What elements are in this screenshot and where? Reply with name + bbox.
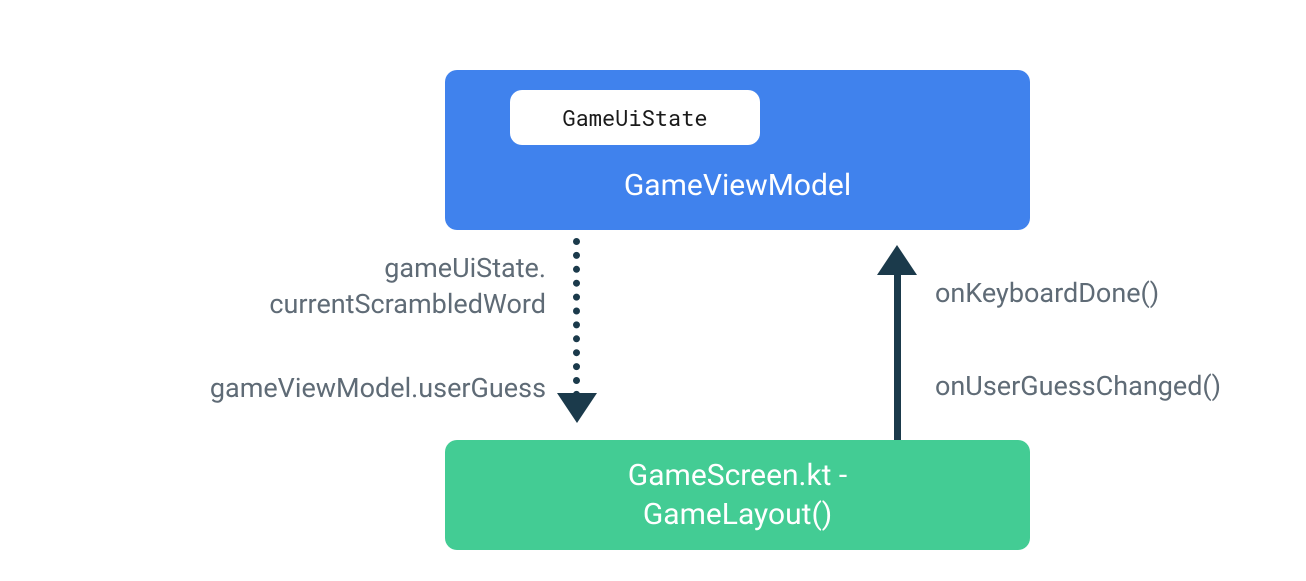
label-up-keyboard: onKeyboardDone(): [935, 275, 1159, 311]
uistate-label: GameUiState: [562, 103, 707, 132]
label-down-state-line2: currentScrambledWord: [269, 286, 546, 322]
label-down-guess: gameViewModel.userGuess: [210, 370, 546, 406]
viewmodel-box: GameUiState GameViewModel: [445, 70, 1030, 230]
arrow-down-dotted: [573, 238, 580, 398]
screen-label-line2: GameLayout(): [643, 495, 832, 534]
screen-label-line1: GameScreen.kt -: [628, 456, 847, 495]
label-down-state: gameUiState. currentScrambledWord: [269, 250, 546, 323]
label-down-state-line1: gameUiState.: [269, 250, 546, 286]
uistate-box: GameUiState: [510, 90, 760, 145]
label-up-guess-changed: onUserGuessChanged(): [935, 368, 1221, 404]
arrow-down-head-icon: [557, 393, 597, 423]
screen-box: GameScreen.kt - GameLayout(): [445, 440, 1030, 550]
viewmodel-label: GameViewModel: [445, 168, 1030, 203]
arrow-up-solid: [894, 273, 901, 440]
arrow-up-head-icon: [877, 245, 917, 275]
